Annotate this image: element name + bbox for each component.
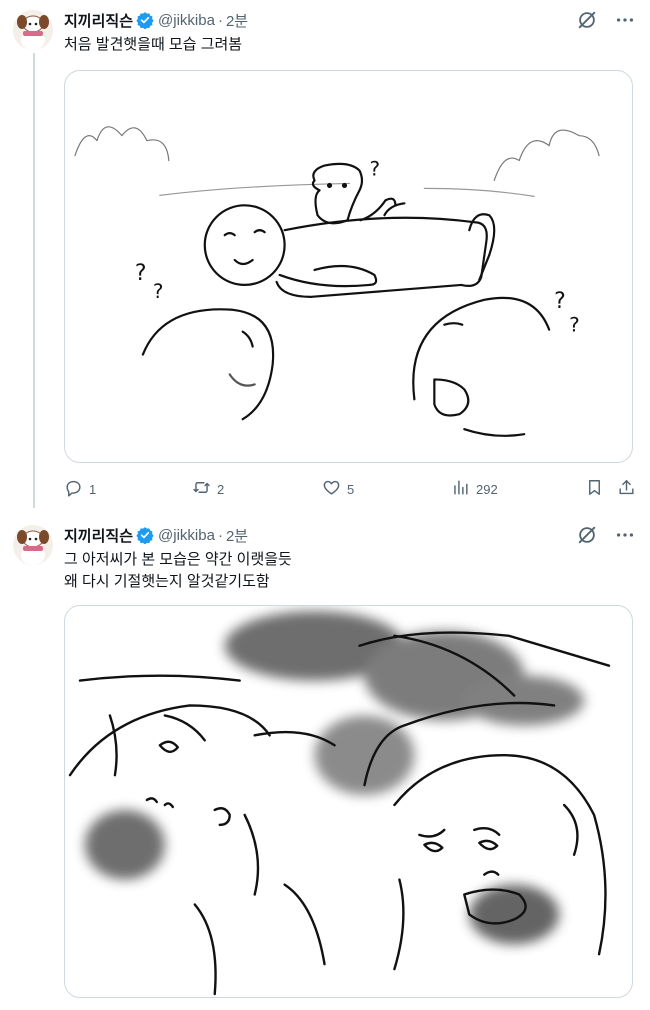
tweet[interactable]: 지끼리직슨 @jikkiba · 2분 그 아저씨가 본 모습은 약간 이랫을듯… [0, 515, 650, 1010]
tweet-image[interactable]: ? ? ? ? ? [64, 70, 633, 463]
avatar[interactable] [13, 10, 53, 50]
sketch-drawing-close-up-faces [68, 610, 611, 996]
svg-text:?: ? [369, 157, 380, 180]
retweet-icon [192, 478, 211, 500]
tweet-header: 지끼리직슨 @jikkiba · 2분 [64, 524, 570, 546]
display-name[interactable]: 지끼리직슨 [64, 10, 133, 31]
share-icon [617, 478, 636, 500]
svg-text:?: ? [153, 280, 164, 303]
tweet[interactable]: 지끼리직슨 @jikkiba · 2분 처음 발견햇을때 모습 그려봄 ? ? … [0, 0, 650, 515]
tweet-image[interactable] [64, 605, 633, 998]
user-handle[interactable]: @jikkiba [158, 527, 215, 544]
avatar[interactable] [13, 525, 53, 565]
svg-text:?: ? [569, 314, 580, 337]
sketch-drawing-man-and-dog: ? ? ? ? ? [74, 126, 600, 437]
grok-icon[interactable] [576, 524, 598, 546]
retweet-button[interactable]: 2 [192, 478, 224, 500]
reply-count: 1 [89, 481, 97, 497]
verified-badge-icon [136, 11, 154, 30]
bookmark-icon [585, 478, 604, 500]
display-name[interactable]: 지끼리직슨 [64, 525, 133, 546]
separator-dot: · [217, 11, 223, 29]
avatar-image [13, 10, 53, 50]
heart-icon [322, 478, 341, 500]
like-count: 5 [347, 481, 355, 497]
reply-icon [64, 478, 83, 500]
like-button[interactable]: 5 [322, 478, 354, 500]
share-button[interactable] [617, 478, 636, 500]
grok-icon[interactable] [576, 9, 598, 31]
views-count: 292 [476, 481, 498, 497]
svg-text:?: ? [135, 261, 147, 286]
timestamp[interactable]: 2분 [226, 525, 248, 546]
tweet-text: 그 아저씨가 본 모습은 약간 이랫을듯 왜 다시 기절햇는지 알것같기도함 [64, 551, 292, 590]
more-icon[interactable] [614, 9, 636, 31]
timestamp[interactable]: 2분 [226, 10, 248, 31]
views-button[interactable]: 292 [451, 478, 498, 500]
tweet-header: 지끼리직슨 @jikkiba · 2분 [64, 9, 570, 31]
tweet-text: 처음 발견햇을때 모습 그려봄 [64, 36, 243, 53]
tweet-actions: 1 2 5 292 [64, 475, 636, 503]
retweet-count: 2 [217, 481, 225, 497]
reply-button[interactable]: 1 [64, 478, 96, 500]
more-icon[interactable] [614, 524, 636, 546]
svg-text:?: ? [554, 289, 566, 314]
verified-badge-icon [136, 526, 154, 545]
views-icon [451, 478, 470, 500]
user-handle[interactable]: @jikkiba [158, 12, 215, 29]
avatar-image [13, 525, 53, 565]
bookmark-button[interactable] [585, 478, 604, 500]
separator-dot: · [217, 526, 223, 544]
